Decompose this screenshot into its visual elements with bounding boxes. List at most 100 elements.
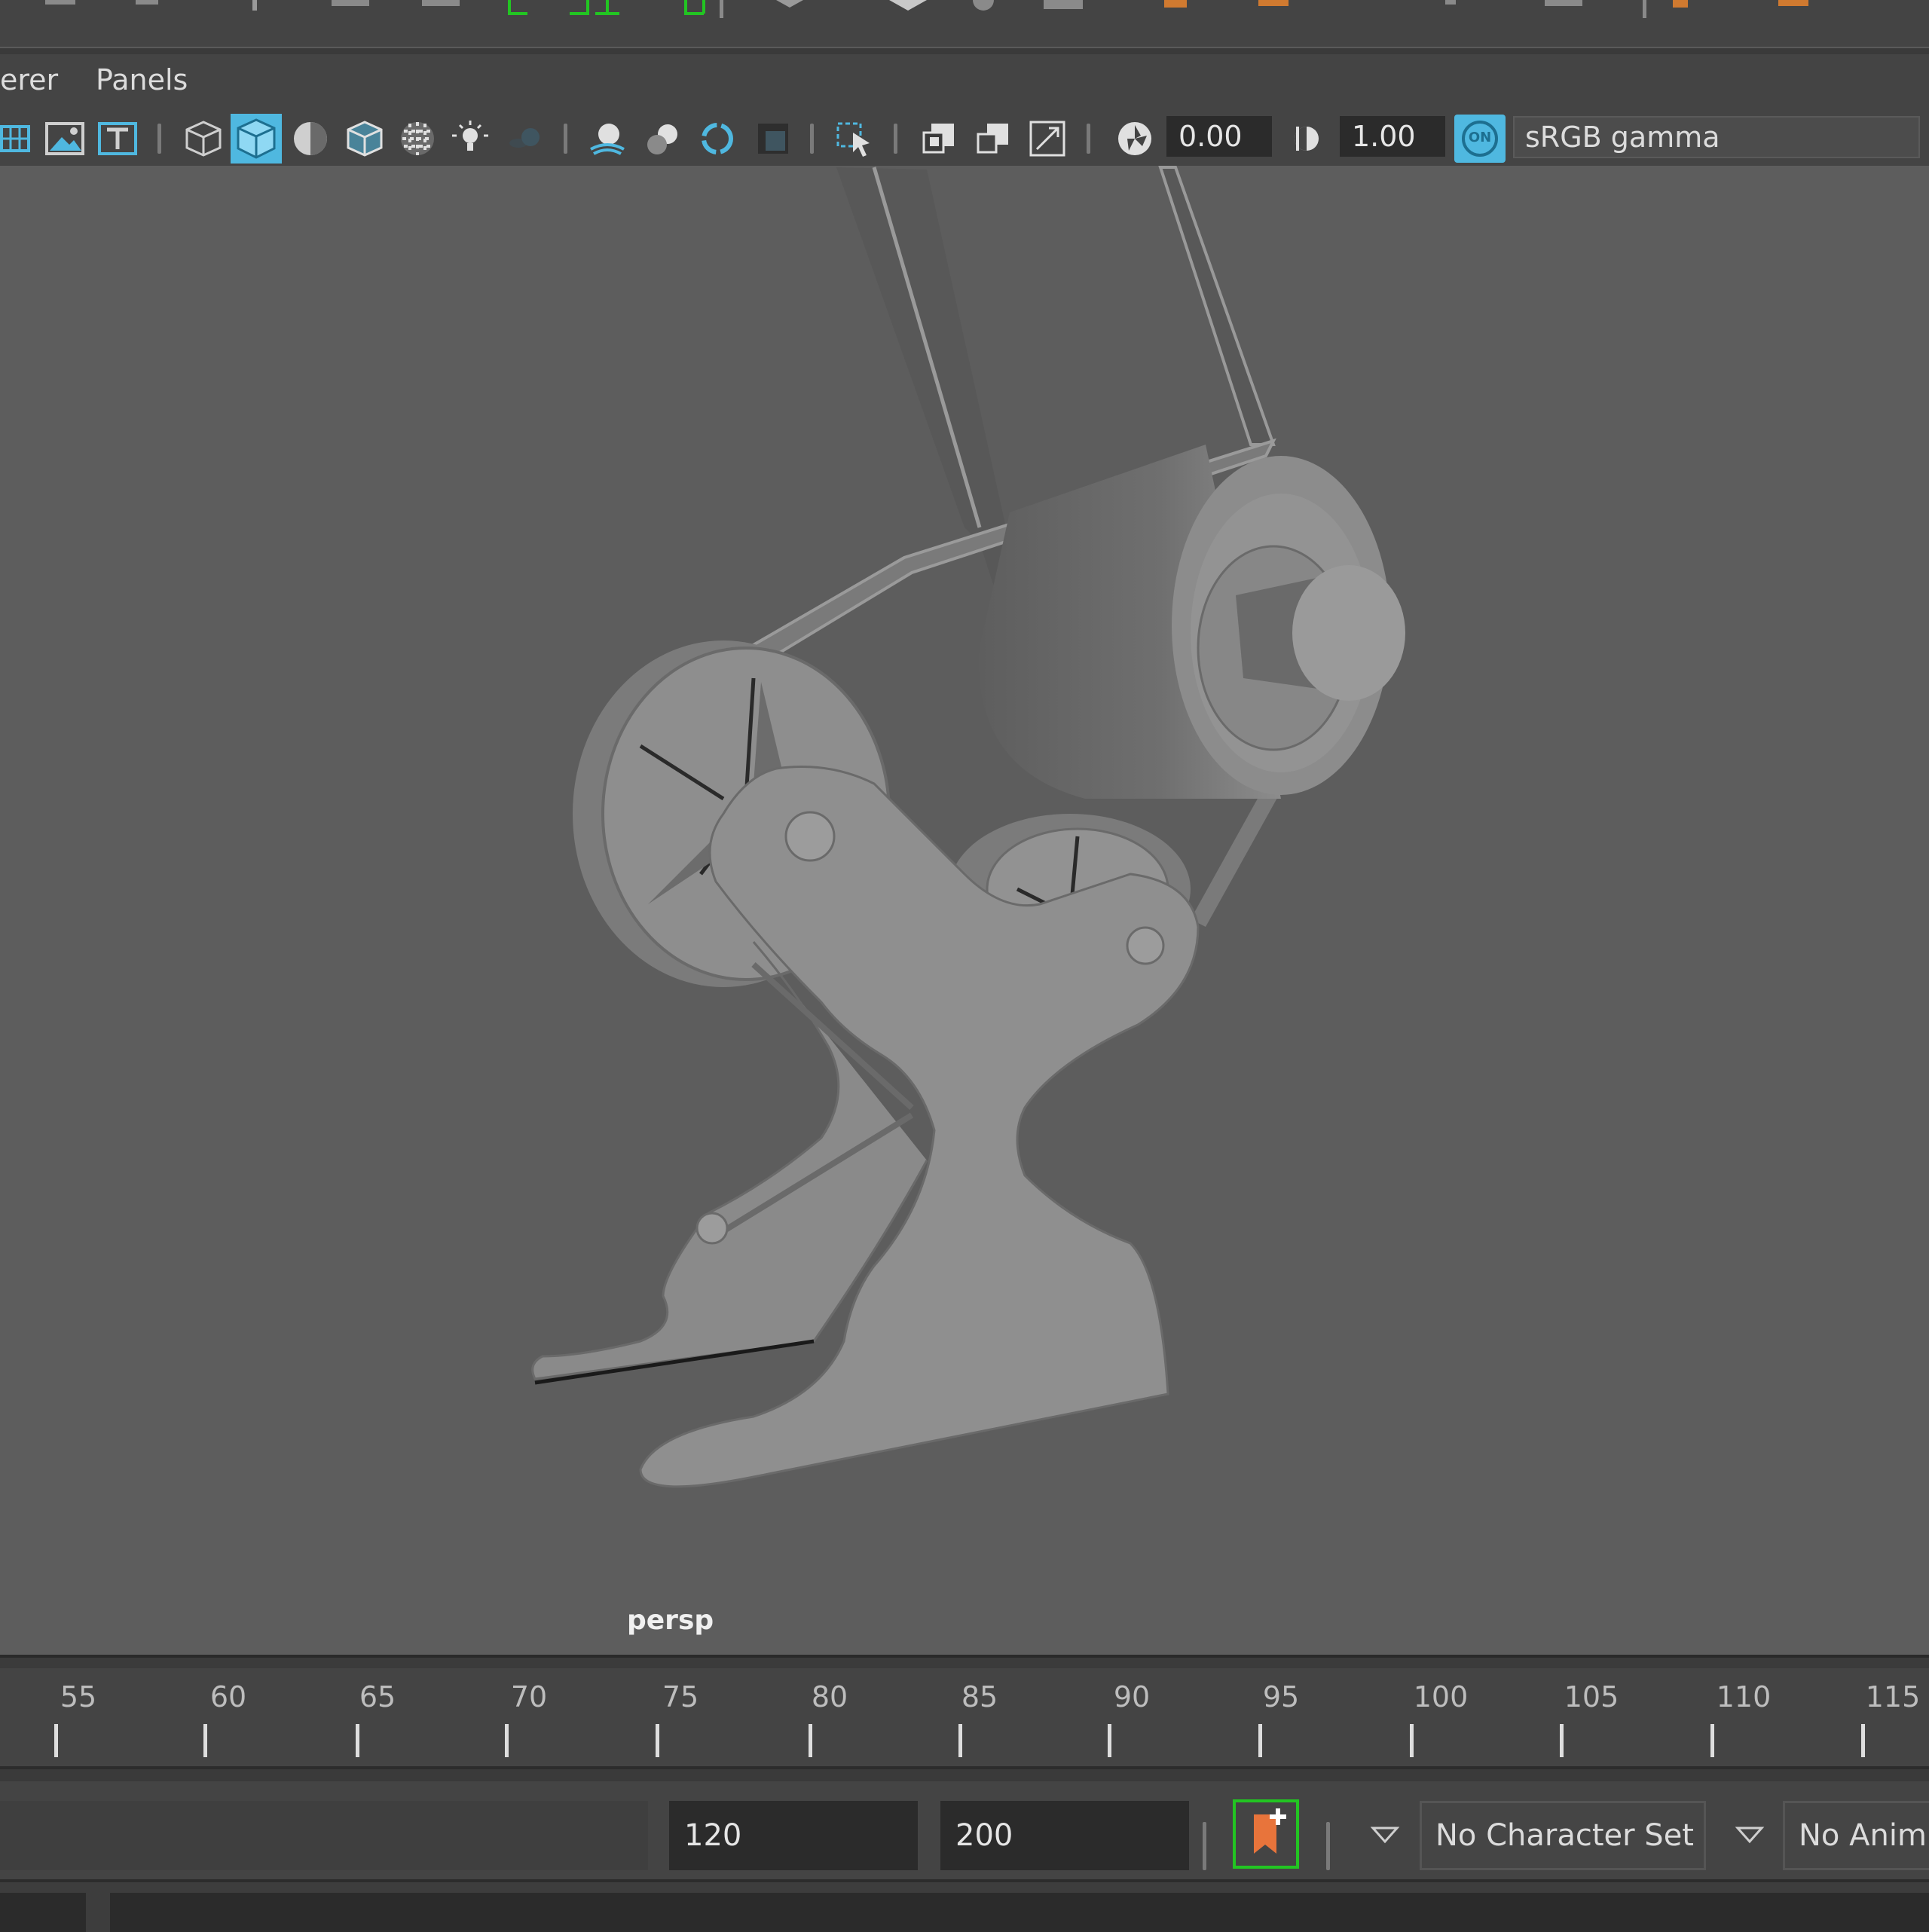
command-line-input[interactable]	[110, 1893, 1929, 1932]
key-range-icon[interactable]	[508, 0, 705, 15]
timeline-tick-label: 65	[359, 1680, 396, 1713]
time-slider[interactable]: 55 60 65 70 75 80 85 90 95 100 105 110 1…	[0, 1668, 1929, 1766]
toolbar-separator	[1203, 1822, 1206, 1870]
toolbar-separator	[810, 124, 814, 154]
range-slider[interactable]	[0, 1801, 648, 1870]
shelf-divider	[0, 47, 1929, 54]
camera-label: persp	[627, 1605, 714, 1636]
color-management-badge: ON	[1468, 130, 1492, 145]
timeline-tick-label: 55	[60, 1680, 97, 1713]
text-icon[interactable]	[96, 118, 139, 160]
playback-end-field[interactable]: 120	[669, 1801, 918, 1870]
smooth-shade-icon	[237, 118, 276, 159]
isolate-select-icon[interactable]	[833, 118, 876, 160]
toolbar-separator	[894, 124, 897, 154]
timeline-tick	[1410, 1724, 1414, 1757]
shelf-icon[interactable]	[889, 0, 927, 11]
depth-of-field-icon[interactable]	[752, 118, 794, 160]
timeline-tick-label: 70	[510, 1680, 548, 1713]
command-line-bar	[0, 1879, 1929, 1932]
shelf-icon[interactable]	[1445, 0, 1456, 5]
range-slider-bar: 120 200 No Character Set No Anim	[0, 1781, 1929, 1879]
exposure-field[interactable]: 0.00	[1166, 116, 1272, 157]
shelf-icons	[45, 0, 1808, 18]
default-material-icon[interactable]	[289, 118, 332, 160]
bookmark-add-icon	[1254, 1808, 1286, 1854]
timeline-tick	[356, 1724, 359, 1757]
shelf-icon[interactable]	[776, 0, 803, 8]
image-plane-icon[interactable]	[44, 118, 86, 160]
timeline-tick-label: 60	[209, 1680, 247, 1713]
color-space-dropdown[interactable]: sRGB gamma	[1513, 116, 1920, 158]
shelf-icon[interactable]	[252, 0, 257, 11]
anim-layer-menu-icon[interactable]	[1735, 1823, 1765, 1846]
shelf-icon[interactable]	[1545, 0, 1582, 6]
animation-end-field[interactable]: 200	[940, 1801, 1189, 1870]
timeline-tick	[1710, 1724, 1714, 1757]
lighting-icon[interactable]	[449, 118, 491, 160]
command-language-button[interactable]	[0, 1893, 86, 1932]
grid-icon[interactable]	[0, 118, 42, 160]
shelf-bar	[0, 0, 1929, 53]
shadows-icon[interactable]	[503, 118, 546, 160]
timeline-tick	[958, 1724, 962, 1757]
gamma-field[interactable]: 1.00	[1340, 116, 1445, 157]
auto-key-button[interactable]	[1233, 1799, 1299, 1869]
motion-blur-icon[interactable]	[642, 118, 684, 160]
timeline-tick	[1108, 1724, 1111, 1757]
timeline-tick-label: 85	[961, 1680, 998, 1713]
timeline-tick-label: 90	[1113, 1680, 1151, 1713]
shelf-icon[interactable]	[1778, 0, 1808, 6]
gamma-icon[interactable]	[1285, 118, 1328, 160]
wireframe-on-shaded-icon[interactable]	[344, 118, 386, 160]
shelf-icon[interactable]	[1258, 0, 1289, 6]
shelf-icon[interactable]	[1044, 0, 1083, 9]
toolbar-separator	[157, 124, 161, 154]
timeline-tick-label: 110	[1716, 1680, 1772, 1713]
anim-layer-dropdown[interactable]: No Anim	[1783, 1801, 1929, 1870]
shelf-icon[interactable]	[1673, 0, 1688, 8]
shelf-icon[interactable]	[136, 0, 158, 5]
timeline-tick	[505, 1724, 509, 1757]
toolbar-separator	[1087, 124, 1090, 154]
shelf-separator	[1643, 0, 1646, 18]
xray-active-components-icon[interactable]	[972, 118, 1014, 160]
timeline-tick-label: 75	[662, 1680, 699, 1713]
timeline-tick	[1861, 1724, 1865, 1757]
shelf-icon[interactable]	[973, 0, 994, 11]
exposure-icon[interactable]	[1114, 118, 1156, 160]
shelf-icon[interactable]	[332, 0, 369, 6]
shelf-icon[interactable]	[1164, 0, 1187, 8]
timeline-tick-label: 105	[1564, 1680, 1619, 1713]
shelf-icon[interactable]	[422, 0, 460, 6]
timeline-tick-label: 115	[1865, 1680, 1921, 1713]
character-set-dropdown[interactable]: No Character Set	[1420, 1801, 1706, 1870]
textured-icon[interactable]	[396, 118, 439, 160]
smooth-shade-button[interactable]	[231, 114, 282, 164]
viewport-3d[interactable]: persp	[0, 166, 1929, 1658]
xray-icon[interactable]	[918, 118, 960, 160]
menu-renderer[interactable]: erer	[0, 63, 58, 96]
shelf-separator	[720, 0, 723, 18]
timeline-tick	[809, 1724, 812, 1757]
toolbar-separator	[1326, 1822, 1330, 1870]
ambient-occlusion-icon[interactable]	[586, 118, 628, 160]
timeline-tick-label: 100	[1413, 1680, 1469, 1713]
timeline-tick	[1258, 1724, 1262, 1757]
character-set-menu-icon[interactable]	[1370, 1823, 1400, 1846]
xray-joints-icon[interactable]	[1026, 118, 1068, 160]
timeline-tick	[656, 1724, 659, 1757]
menu-panels[interactable]: Panels	[96, 63, 188, 96]
wireframe-icon[interactable]	[182, 118, 225, 160]
viewport-toolbar: 0.00 1.00 ON sRGB gamma	[0, 112, 1929, 167]
timeline-tick	[203, 1724, 207, 1757]
timeline-tick	[54, 1724, 58, 1757]
panel-menubar: erer Panels	[0, 54, 1929, 112]
scene-render	[531, 166, 1405, 1488]
timeline-tick-label: 80	[811, 1680, 848, 1713]
anti-aliasing-icon[interactable]	[696, 118, 738, 160]
color-management-toggle[interactable]: ON	[1454, 115, 1506, 163]
timeline-tick	[1560, 1724, 1564, 1757]
shelf-icon[interactable]	[45, 0, 75, 5]
large-pulley	[979, 445, 1405, 799]
